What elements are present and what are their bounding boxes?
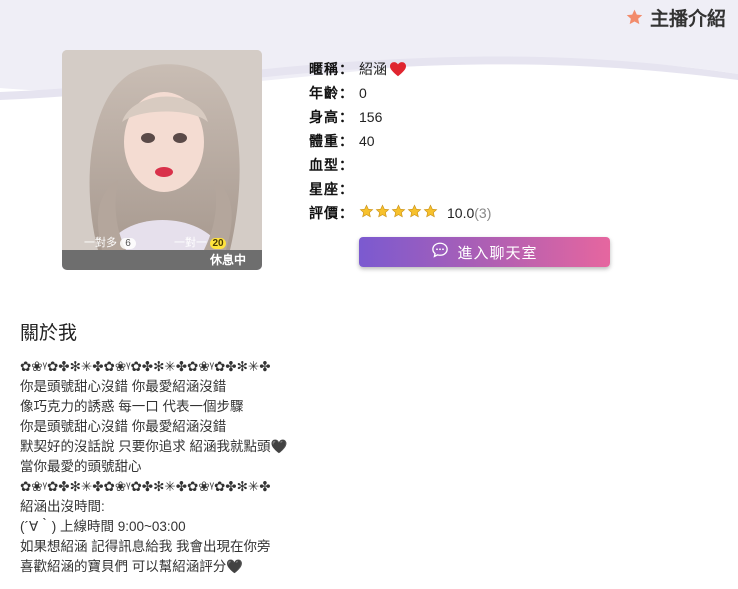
rating-star-icon bbox=[423, 204, 438, 222]
heart-icon bbox=[389, 61, 407, 77]
height-value: 156 bbox=[359, 109, 383, 125]
rating-count: (3) bbox=[474, 205, 492, 221]
height-label: 身高： bbox=[309, 109, 354, 125]
about-line: 默契好的沒話說 只要你追求 紹涵我就點頭🖤 bbox=[20, 439, 288, 454]
about-line: 像巧克力的誘惑 每一口 代表一個步驟 bbox=[20, 399, 244, 414]
about-line: 你是頭號甜心沒錯 你最愛紹涵沒錯 bbox=[20, 419, 227, 434]
rating-star-icon bbox=[375, 204, 390, 222]
about-line: 如果想紹涵 記得訊息給我 我會出現在你旁 bbox=[20, 539, 271, 554]
blood-type-label: 血型： bbox=[309, 157, 354, 173]
rating-label: 評價： bbox=[309, 205, 354, 221]
age-value: 0 bbox=[359, 85, 367, 101]
about-line: 你是頭號甜心沒錯 你最愛紹涵沒錯 bbox=[20, 379, 227, 394]
age-label: 年齡： bbox=[309, 85, 354, 101]
one-to-one-count: 20 bbox=[210, 238, 226, 249]
about-line: ✿❀ᵞ✿✤✻✳✤✿❀ᵞ✿✤✻✳✤✿❀ᵞ✿✤✻✳✤ bbox=[20, 359, 271, 374]
one-to-many-stat: 一對多 6 bbox=[84, 234, 136, 250]
enter-chat-room-button[interactable]: 進入聊天室 bbox=[359, 237, 610, 267]
enter-chat-room-label: 進入聊天室 bbox=[457, 244, 538, 262]
star-icon bbox=[625, 8, 644, 27]
rating-star-icon bbox=[407, 204, 422, 222]
about-me-title: 關於我 bbox=[20, 323, 78, 344]
weight-value: 40 bbox=[359, 133, 375, 149]
one-to-one-stat: 一對一 20 bbox=[174, 234, 226, 250]
info-row-height: 身高： 156 bbox=[309, 105, 491, 129]
info-row-star-sign: 星座： bbox=[309, 177, 491, 201]
about-line: (´∀｀) 上線時間 9:00~03:00 bbox=[20, 519, 186, 534]
info-row-blood-type: 血型： bbox=[309, 153, 491, 177]
one-to-many-count: 6 bbox=[120, 238, 136, 249]
star-sign-label: 星座： bbox=[309, 181, 354, 197]
anchor-photo[interactable]: 一對多 6 一對一 20 休息中 bbox=[62, 50, 262, 270]
about-line: 紹涵出沒時間: bbox=[20, 499, 105, 514]
nickname-label: 暱稱： bbox=[309, 61, 354, 77]
page-title: 主播介紹 bbox=[649, 9, 726, 30]
rating-value: 10.0 (3) bbox=[359, 204, 491, 222]
info-row-weight: 體重： 40 bbox=[309, 129, 491, 153]
anchor-portrait-image bbox=[62, 50, 262, 250]
status-badge: 休息中 bbox=[62, 250, 262, 270]
rating-score: 10.0 bbox=[447, 205, 475, 221]
page-header-title: 主播介紹 bbox=[625, 4, 726, 31]
photo-stats: 一對多 6 一對一 20 bbox=[62, 234, 262, 250]
anchor-info-list: 暱稱： 紹涵 年齡： 0 身高： 156 體重： 40 血型： 星座： 評價： bbox=[309, 57, 491, 225]
about-line: 當你最愛的頭號甜心 bbox=[20, 459, 142, 474]
info-row-age: 年齡： 0 bbox=[309, 81, 491, 105]
weight-label: 體重： bbox=[309, 133, 354, 149]
rating-star-icon bbox=[359, 204, 374, 222]
chat-bubble-icon bbox=[431, 241, 449, 263]
info-row-nickname: 暱稱： 紹涵 bbox=[309, 57, 491, 81]
about-line: ✿❀ᵞ✿✤✻✳✤✿❀ᵞ✿✤✻✳✤✿❀ᵞ✿✤✻✳✤ bbox=[20, 479, 271, 494]
rating-star-icon bbox=[391, 204, 406, 222]
nickname-value: 紹涵 bbox=[359, 59, 407, 79]
info-row-rating: 評價： 10.0 (3) bbox=[309, 201, 491, 225]
rating-stars bbox=[359, 204, 438, 222]
about-me-body: ✿❀ᵞ✿✤✻✳✤✿❀ᵞ✿✤✻✳✤✿❀ᵞ✿✤✻✳✤ 你是頭號甜心沒錯 你最愛紹涵沒… bbox=[20, 357, 720, 577]
about-line: 喜歡紹涵的寶貝們 可以幫紹涵評分🖤 bbox=[20, 559, 244, 574]
